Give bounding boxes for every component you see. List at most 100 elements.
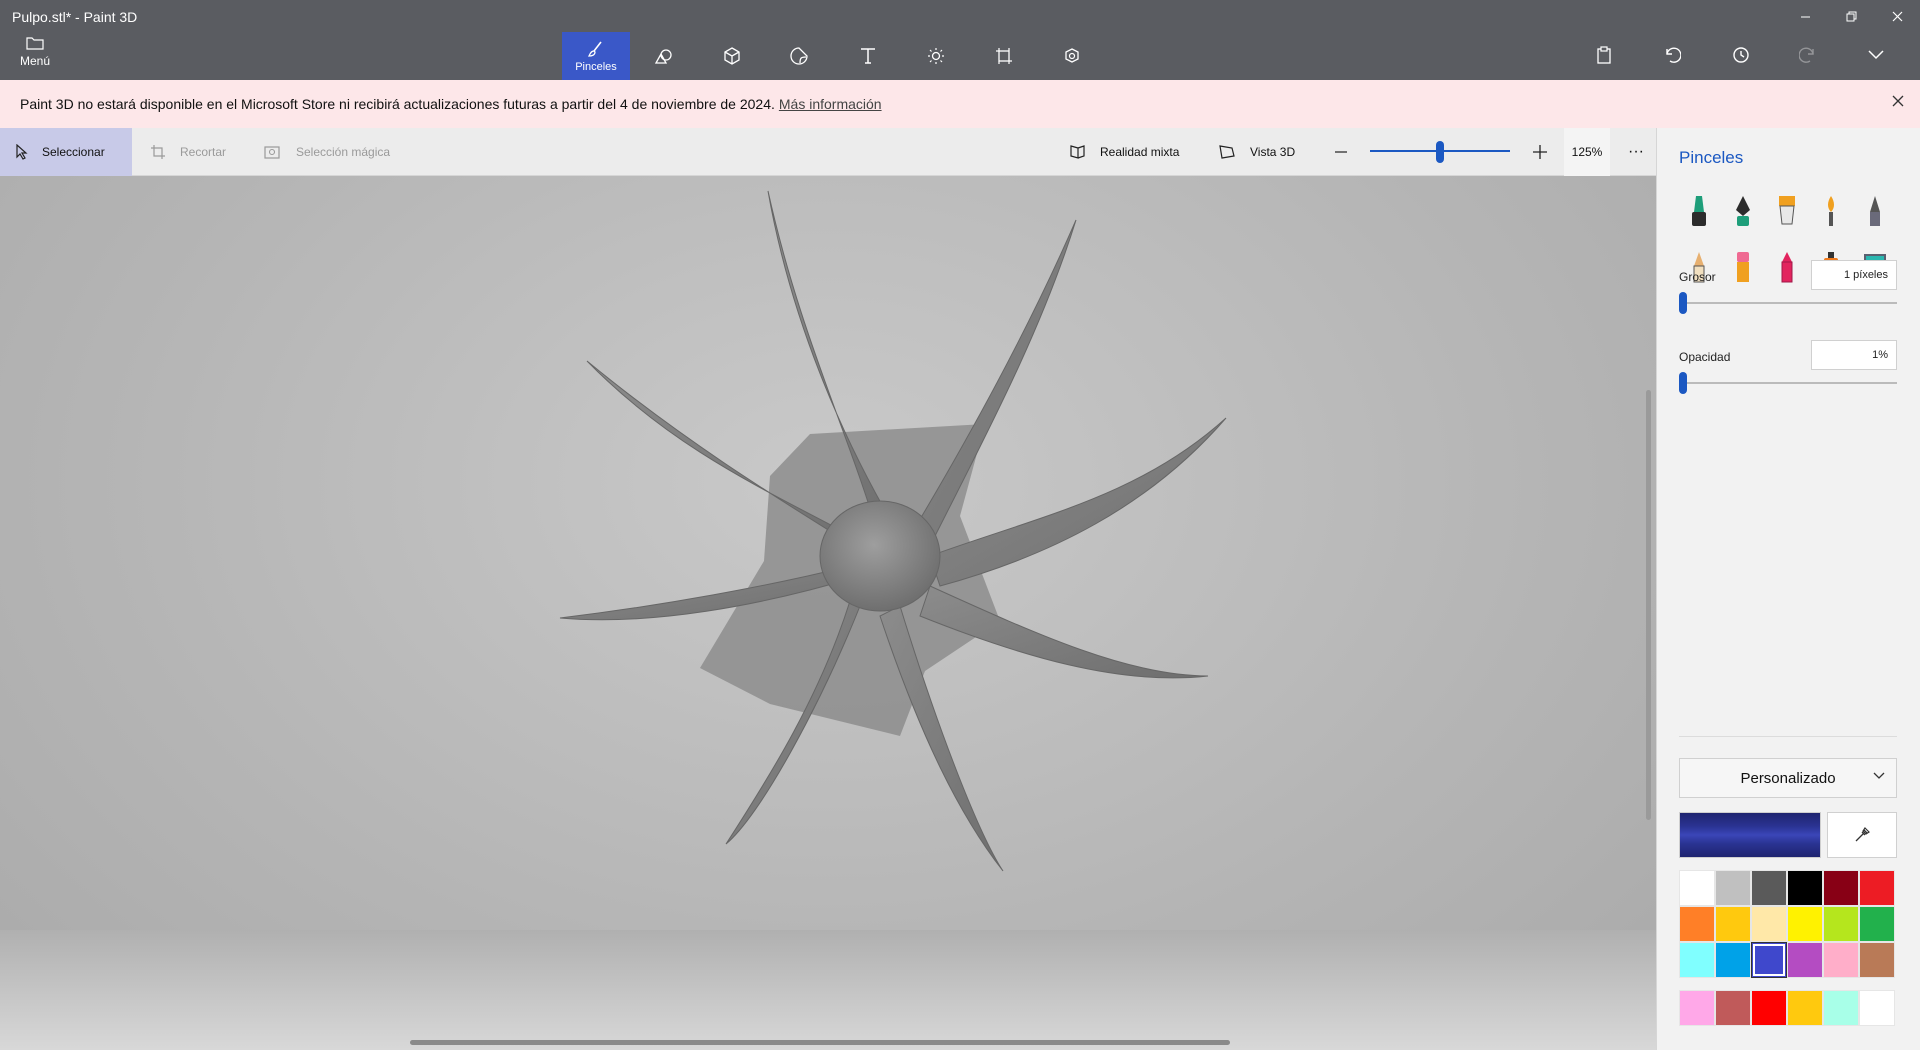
tab-text[interactable]	[834, 32, 902, 80]
view-3d-icon	[1219, 145, 1235, 159]
more-options-button[interactable]: ···	[1618, 128, 1654, 176]
tab-stickers[interactable]	[766, 32, 834, 80]
custom-color-swatch[interactable]	[1715, 990, 1751, 1026]
brush-icon	[587, 41, 602, 57]
color-swatch[interactable]	[1679, 942, 1715, 978]
opacity-label: Opacidad	[1679, 350, 1731, 364]
stickers-icon	[790, 47, 808, 65]
canvas-area[interactable]	[0, 176, 1656, 1050]
tab-canvas[interactable]	[970, 32, 1038, 80]
select-button[interactable]: Seleccionar	[0, 128, 132, 176]
magic-select-icon	[264, 146, 280, 159]
color-palette	[1679, 870, 1895, 978]
thickness-label: Grosor	[1679, 270, 1716, 284]
color-swatch[interactable]	[1787, 942, 1823, 978]
opacity-slider-thumb[interactable]	[1679, 372, 1687, 394]
current-color-swatch[interactable]	[1679, 812, 1821, 858]
eraser-icon[interactable]	[1721, 246, 1765, 288]
custom-color-palette	[1679, 990, 1895, 1026]
redo-button[interactable]	[1774, 38, 1842, 72]
canvas-icon	[996, 48, 1012, 64]
color-swatch[interactable]	[1787, 906, 1823, 942]
custom-color-swatch[interactable]	[1859, 990, 1895, 1026]
app-header: Pulpo.stl* - Paint 3D Menú Pinceles	[0, 0, 1920, 80]
color-swatch[interactable]	[1715, 870, 1751, 906]
magic-select-button[interactable]: Selección mágica	[264, 128, 390, 176]
mixed-reality-label: Realidad mixta	[1100, 145, 1180, 159]
view-3d-button[interactable]: Vista 3D	[1218, 128, 1295, 176]
custom-color-swatch[interactable]	[1787, 990, 1823, 1026]
marker-brush-icon[interactable]	[1677, 190, 1721, 232]
minimize-icon[interactable]	[1782, 0, 1828, 32]
paste-button[interactable]	[1570, 38, 1638, 72]
color-swatch[interactable]	[1679, 906, 1715, 942]
color-swatch[interactable]	[1823, 870, 1859, 906]
watercolor-brush-icon[interactable]	[1809, 190, 1853, 232]
zoom-out-icon[interactable]	[1334, 128, 1362, 176]
panel-divider	[1679, 736, 1897, 737]
eyedropper-button[interactable]	[1827, 812, 1897, 858]
tab-effects[interactable]	[902, 32, 970, 80]
undo-button[interactable]	[1638, 38, 1706, 72]
color-swatch[interactable]	[1751, 942, 1787, 978]
crayon-icon[interactable]	[1765, 246, 1809, 288]
notice-link[interactable]: Más información	[779, 96, 882, 112]
paste-icon	[1597, 46, 1611, 64]
history-button[interactable]	[1706, 38, 1774, 72]
opacity-input[interactable]: 1%	[1811, 340, 1897, 370]
history-icon	[1733, 47, 1749, 63]
mixed-reality-button[interactable]: Realidad mixta	[1068, 128, 1179, 176]
color-swatch[interactable]	[1859, 942, 1895, 978]
tab-2d-shapes[interactable]	[630, 32, 698, 80]
restore-icon[interactable]	[1828, 0, 1874, 32]
thickness-slider-thumb[interactable]	[1679, 292, 1687, 314]
chevron-down-icon	[1873, 772, 1885, 779]
crop-icon	[151, 145, 165, 159]
brushes-panel: Pinceles Grosor 1 píxeles Opacidad 1% Pe…	[1656, 128, 1920, 1050]
tab-3d-shapes[interactable]	[698, 32, 766, 80]
opacity-slider[interactable]	[1679, 382, 1897, 384]
magic-select-label: Selección mágica	[296, 145, 391, 159]
deprecation-notice: Paint 3D no estará disponible en el Micr…	[0, 80, 1920, 128]
tab-brushes-label: Pinceles	[575, 60, 617, 73]
color-mode-label: Personalizado	[1740, 769, 1836, 787]
vertical-scrollbar[interactable]	[1646, 390, 1651, 820]
expand-button[interactable]	[1842, 38, 1910, 72]
calligraphy-pen-icon[interactable]	[1721, 190, 1765, 232]
undo-icon	[1666, 47, 1681, 63]
crop-button[interactable]: Recortar	[150, 128, 226, 176]
panel-title: Pinceles	[1679, 148, 1744, 167]
horizontal-scrollbar[interactable]	[410, 1040, 1230, 1045]
color-swatch[interactable]	[1679, 870, 1715, 906]
text-icon	[861, 48, 875, 64]
color-swatch[interactable]	[1715, 942, 1751, 978]
notice-close-icon[interactable]	[1892, 94, 1904, 112]
oil-brush-icon[interactable]	[1765, 190, 1809, 232]
tab-3d-library[interactable]	[1038, 32, 1106, 80]
custom-color-swatch[interactable]	[1679, 990, 1715, 1026]
octopus-3d-model[interactable]	[0, 176, 1656, 1050]
color-swatch[interactable]	[1859, 870, 1895, 906]
zoom-slider-thumb[interactable]	[1436, 141, 1444, 163]
custom-color-swatch[interactable]	[1823, 990, 1859, 1026]
color-swatch[interactable]	[1751, 906, 1787, 942]
tab-brushes[interactable]: Pinceles	[562, 32, 630, 80]
folder-icon	[26, 37, 44, 50]
thickness-slider[interactable]	[1679, 302, 1897, 304]
zoom-in-icon[interactable]	[1532, 128, 1562, 176]
color-swatch[interactable]	[1715, 906, 1751, 942]
color-swatch[interactable]	[1787, 870, 1823, 906]
color-mode-dropdown[interactable]: Personalizado	[1679, 758, 1897, 798]
color-swatch[interactable]	[1823, 942, 1859, 978]
window-controls	[1782, 0, 1920, 32]
menu-button[interactable]: Menú	[12, 36, 58, 76]
zoom-value[interactable]: 125%	[1564, 128, 1610, 176]
custom-color-swatch[interactable]	[1751, 990, 1787, 1026]
close-icon[interactable]	[1874, 0, 1920, 32]
notice-text: Paint 3D no estará disponible en el Micr…	[20, 96, 775, 112]
color-swatch[interactable]	[1751, 870, 1787, 906]
pixel-pen-icon[interactable]	[1853, 190, 1897, 232]
color-swatch[interactable]	[1859, 906, 1895, 942]
color-swatch[interactable]	[1823, 906, 1859, 942]
thickness-input[interactable]: 1 píxeles	[1811, 260, 1897, 290]
